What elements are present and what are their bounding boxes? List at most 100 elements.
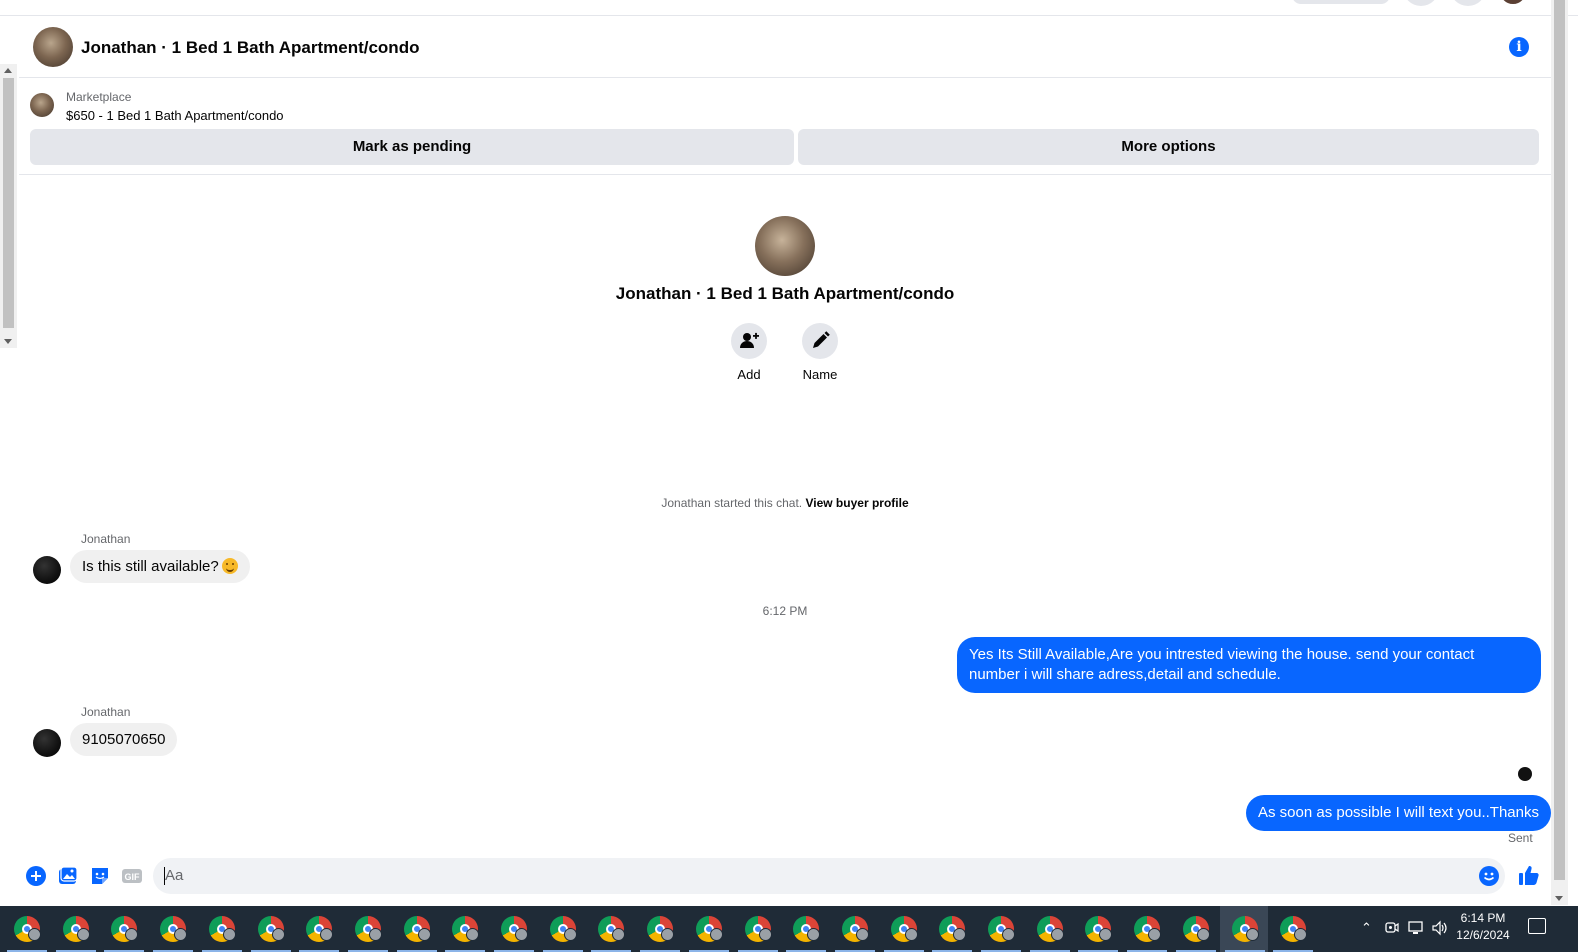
- profile-badge-icon: [661, 928, 675, 941]
- profile-badge-icon: [466, 928, 480, 941]
- taskbar-chrome-app-icon[interactable]: [986, 914, 1016, 944]
- taskbar-chrome-app-icon[interactable]: [743, 914, 773, 944]
- profile-badge-icon: [1294, 928, 1308, 941]
- listing-price-title[interactable]: $650 - 1 Bed 1 Bath Apartment/condo: [66, 108, 284, 123]
- message-sender-name: Jonathan: [81, 705, 131, 719]
- taskbar-chrome-app-icon[interactable]: [499, 914, 529, 944]
- message-input[interactable]: Aa: [153, 858, 1505, 894]
- right-scrollbar-thumb[interactable]: [1554, 0, 1565, 880]
- add-person-icon[interactable]: [731, 323, 767, 359]
- info-icon[interactable]: i: [1509, 37, 1529, 57]
- profile-badge-icon: [1148, 928, 1162, 941]
- sticker-icon[interactable]: [90, 866, 110, 886]
- taskbar-chrome-app-icon[interactable]: [694, 914, 724, 944]
- profile-badge-icon: [320, 928, 334, 941]
- chat-window: Jonathan · 1 Bed 1 Bath Apartment/condo …: [19, 16, 1551, 905]
- taskbar-chrome-app-icon[interactable]: [1132, 914, 1162, 944]
- like-icon[interactable]: [1518, 864, 1540, 886]
- sender-avatar[interactable]: [33, 556, 61, 584]
- top-nav-menu-button[interactable]: [1403, 0, 1439, 6]
- emoji-icon[interactable]: [1479, 866, 1499, 886]
- taskbar-chrome-app-icon[interactable]: [596, 914, 626, 944]
- taskbar-chrome-app-icon[interactable]: [1035, 914, 1065, 944]
- top-navigation-bar: [0, 0, 1578, 16]
- taskbar-chrome-app-icon[interactable]: [256, 914, 286, 944]
- scroll-down-arrow-icon[interactable]: [4, 339, 12, 344]
- incoming-message[interactable]: Is this still available?: [70, 550, 250, 583]
- top-nav-notifications-button[interactable]: [1450, 0, 1486, 6]
- outgoing-message[interactable]: As soon as possible I will text you..Tha…: [1246, 795, 1551, 831]
- volume-icon[interactable]: [1432, 920, 1448, 939]
- taskbar-chrome-app-icon[interactable]: [645, 914, 675, 944]
- pencil-icon[interactable]: [802, 323, 838, 359]
- conversation-avatar[interactable]: [33, 27, 73, 67]
- listing-source: Marketplace: [66, 90, 132, 104]
- message-composer: GIF Aa: [19, 854, 1551, 898]
- profile-badge-icon: [1002, 928, 1015, 941]
- outgoing-message[interactable]: Yes Its Still Available,Are you intreste…: [957, 637, 1541, 693]
- taskbar-chrome-app-icon[interactable]: [353, 914, 383, 944]
- taskbar-chrome-app-icon[interactable]: [1181, 914, 1211, 944]
- view-buyer-profile-link[interactable]: View buyer profile: [805, 496, 908, 510]
- profile-badge-icon: [515, 928, 528, 941]
- message-input-placeholder: Aa: [165, 867, 184, 884]
- name-action[interactable]: Name: [790, 323, 850, 382]
- plus-icon[interactable]: [26, 866, 46, 886]
- gif-icon[interactable]: GIF: [122, 866, 142, 886]
- profile-badge-icon: [758, 928, 772, 941]
- profile-badge-icon: [76, 928, 90, 941]
- profile-badge-icon: [807, 928, 821, 941]
- listing-thumbnail[interactable]: [30, 93, 54, 117]
- profile-name: Jonathan · 1 Bed 1 Bath Apartment/condo: [615, 284, 955, 303]
- image-icon[interactable]: [58, 866, 78, 886]
- taskbar: ⌃ 6:14 PM 12/6/2024: [0, 906, 1578, 952]
- left-scrollbar-thumb[interactable]: [3, 78, 14, 328]
- add-label: Add: [737, 367, 761, 382]
- top-nav-pill[interactable]: [1292, 0, 1390, 4]
- profile-badge-icon: [612, 928, 626, 941]
- conversation-title[interactable]: Jonathan · 1 Bed 1 Bath Apartment/condo: [81, 38, 419, 58]
- chat-started-notice: Jonathan started this chat. View buyer p…: [19, 496, 1551, 510]
- message-timestamp: 6:12 PM: [762, 604, 808, 618]
- add-action[interactable]: Add: [719, 323, 779, 382]
- profile-avatar[interactable]: [755, 216, 815, 276]
- clock-time: 6:14 PM: [1460, 911, 1506, 925]
- name-label: Name: [802, 367, 838, 382]
- taskbar-chrome-app-icon[interactable]: [158, 914, 188, 944]
- taskbar-chrome-app-icon[interactable]: [12, 914, 42, 944]
- left-scrollbar[interactable]: [0, 64, 17, 348]
- taskbar-chrome-app-icon[interactable]: [937, 914, 967, 944]
- taskbar-chrome-app-icon[interactable]: [840, 914, 870, 944]
- more-options-button[interactable]: More options: [798, 129, 1539, 165]
- taskbar-chrome-app-icon[interactable]: [1278, 914, 1308, 944]
- mark-as-pending-button[interactable]: Mark as pending: [30, 129, 794, 165]
- scroll-up-arrow-icon[interactable]: [4, 68, 12, 73]
- message-text: As soon as possible I will text you..Tha…: [1258, 804, 1539, 821]
- right-scrollbar[interactable]: [1551, 0, 1568, 905]
- taskbar-chrome-app-icon[interactable]: [304, 914, 334, 944]
- taskbar-chrome-app-icon[interactable]: [450, 914, 480, 944]
- taskbar-chrome-app-icon[interactable]: [207, 914, 237, 944]
- scroll-down-arrow-icon[interactable]: [1555, 896, 1563, 901]
- show-hidden-icons-chevron-icon[interactable]: ⌃: [1361, 920, 1372, 936]
- taskbar-chrome-app-icon[interactable]: [791, 914, 821, 944]
- taskbar-chrome-app-icon[interactable]: [548, 914, 578, 944]
- notification-center-icon[interactable]: [1528, 918, 1546, 934]
- taskbar-chrome-app-icon[interactable]: [61, 914, 91, 944]
- taskbar-chrome-app-icon[interactable]: [1230, 914, 1260, 944]
- incoming-message[interactable]: 9105070650: [70, 723, 178, 756]
- taskbar-chrome-app-icon[interactable]: [109, 914, 139, 944]
- system-clock[interactable]: 6:14 PM 12/6/2024: [1448, 910, 1518, 944]
- profile-badge-icon: [1196, 928, 1210, 941]
- network-icon[interactable]: [1408, 920, 1424, 939]
- taskbar-chrome-app-icon[interactable]: [889, 914, 919, 944]
- taskbar-chrome-app-icon[interactable]: [1083, 914, 1113, 944]
- chat-header: Jonathan · 1 Bed 1 Bath Apartment/condo …: [19, 16, 1551, 78]
- chat-started-text: Jonathan started this chat.: [661, 496, 803, 510]
- account-avatar[interactable]: [1498, 0, 1528, 6]
- sender-avatar[interactable]: [33, 729, 61, 757]
- taskbar-chrome-app-icon[interactable]: [402, 914, 432, 944]
- teams-meeting-icon[interactable]: [1385, 920, 1399, 939]
- profile-badge-icon: [174, 928, 188, 941]
- listing-panel: Marketplace $650 - 1 Bed 1 Bath Apartmen…: [19, 79, 1551, 175]
